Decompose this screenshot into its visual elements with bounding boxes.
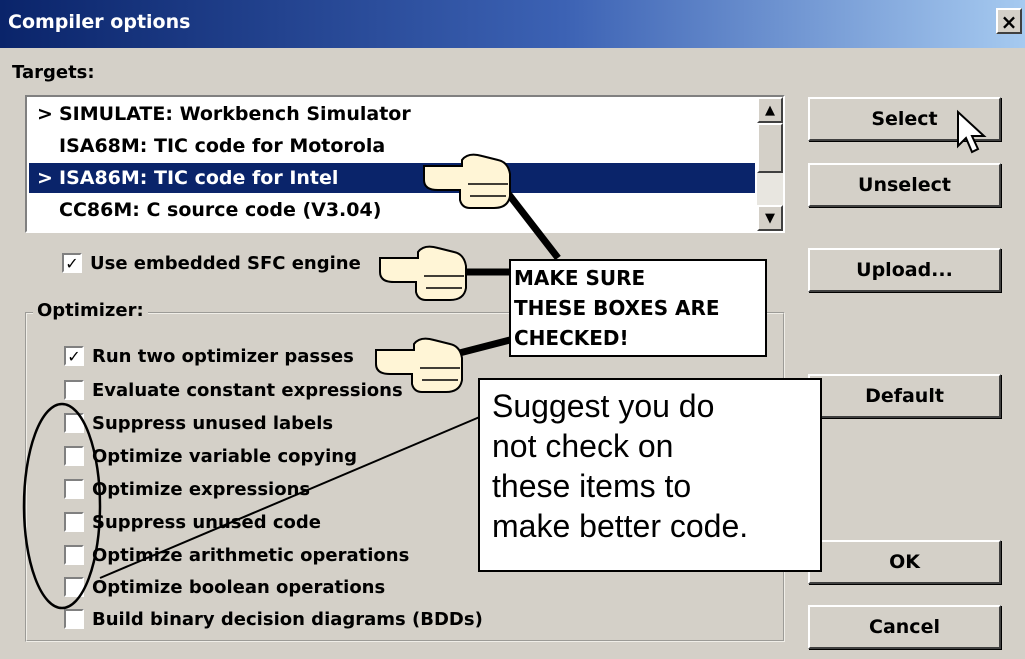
checkbox-label: Run two optimizer passes xyxy=(92,346,354,367)
checkbox-box[interactable]: ✓ xyxy=(64,346,84,366)
checkbox-box[interactable]: ✓ xyxy=(62,253,82,273)
close-button[interactable]: × xyxy=(996,8,1022,34)
list-item-label: ISA68M: TIC code for Motorola xyxy=(59,135,386,157)
window-title: Compiler options xyxy=(8,11,191,33)
targets-list[interactable]: > SIMULATE: Workbench Simulator ISA68M: T… xyxy=(25,95,785,233)
checkbox-label: Suppress unused code xyxy=(92,512,321,533)
cancel-button[interactable]: Cancel xyxy=(808,605,1001,649)
optimizer-label: Optimizer: xyxy=(33,298,148,324)
ok-button[interactable]: OK xyxy=(808,540,1001,584)
checkbox-label: Build binary decision diagrams (BDDs) xyxy=(92,609,483,630)
checkbox-label: Optimize expressions xyxy=(92,479,311,500)
scroll-up-arrow-icon[interactable]: ▲ xyxy=(757,97,783,123)
annotation-line: MAKE SURE xyxy=(514,266,646,290)
annotation-line: Suggest you do xyxy=(492,388,715,424)
select-button[interactable]: Select xyxy=(808,97,1001,141)
list-item[interactable]: ISA68M: TIC code for Motorola xyxy=(29,131,755,161)
targets-scrollbar[interactable]: ▲ ▼ xyxy=(757,97,783,231)
checkbox-label: Optimize boolean operations xyxy=(92,577,386,598)
suggestion-annotation: Suggest you do not check on these items … xyxy=(478,378,822,572)
annotation-line: THESE BOXES ARE xyxy=(514,296,720,320)
annotation-line: CHECKED! xyxy=(514,326,629,350)
make-sure-annotation: MAKE SURE THESE BOXES ARE CHECKED! xyxy=(509,259,767,357)
checkbox-box[interactable] xyxy=(64,479,84,499)
targets-label: Targets: xyxy=(12,62,95,83)
checkbox-box[interactable] xyxy=(64,413,84,433)
list-item-marker: > xyxy=(37,167,53,189)
checkbox-box[interactable] xyxy=(64,609,84,629)
checkbox-label: Suppress unused labels xyxy=(92,413,334,434)
checkbox-box[interactable] xyxy=(64,545,84,565)
title-bar: Compiler options × xyxy=(0,0,1025,48)
annotation-line: not check on xyxy=(492,428,674,464)
checkbox-label: Use embedded SFC engine xyxy=(90,253,361,274)
pointing-hand-icon xyxy=(379,245,467,301)
checkbox-box[interactable] xyxy=(64,446,84,466)
list-item[interactable]: > SIMULATE: Workbench Simulator xyxy=(29,99,755,129)
list-item-label: CC86M: C source code (V3.04) xyxy=(59,199,382,221)
scroll-thumb[interactable] xyxy=(757,123,783,173)
annotation-line: these items to xyxy=(492,468,692,504)
checkbox-box[interactable] xyxy=(64,577,84,597)
list-item-label: SIMULATE: Workbench Simulator xyxy=(59,103,411,125)
checkbox-label: Optimize arithmetic operations xyxy=(92,545,410,566)
checkbox-box[interactable] xyxy=(64,380,84,400)
checkbox-label: Evaluate constant expressions xyxy=(92,380,403,401)
annotation-line: make better code. xyxy=(492,508,749,544)
unselect-button[interactable]: Unselect xyxy=(808,163,1001,207)
list-item-marker: > xyxy=(37,103,53,125)
list-item-selected[interactable]: > ISA86M: TIC code for Intel xyxy=(29,163,755,193)
default-button[interactable]: Default xyxy=(808,374,1001,418)
list-item[interactable]: CC86M: C source code (V3.04) xyxy=(29,195,755,225)
scroll-down-arrow-icon[interactable]: ▼ xyxy=(757,205,783,231)
checkbox-box[interactable] xyxy=(64,512,84,532)
upload-button[interactable]: Upload... xyxy=(808,248,1001,292)
checkbox-label: Optimize variable copying xyxy=(92,446,357,467)
list-item-label: ISA86M: TIC code for Intel xyxy=(59,167,339,189)
